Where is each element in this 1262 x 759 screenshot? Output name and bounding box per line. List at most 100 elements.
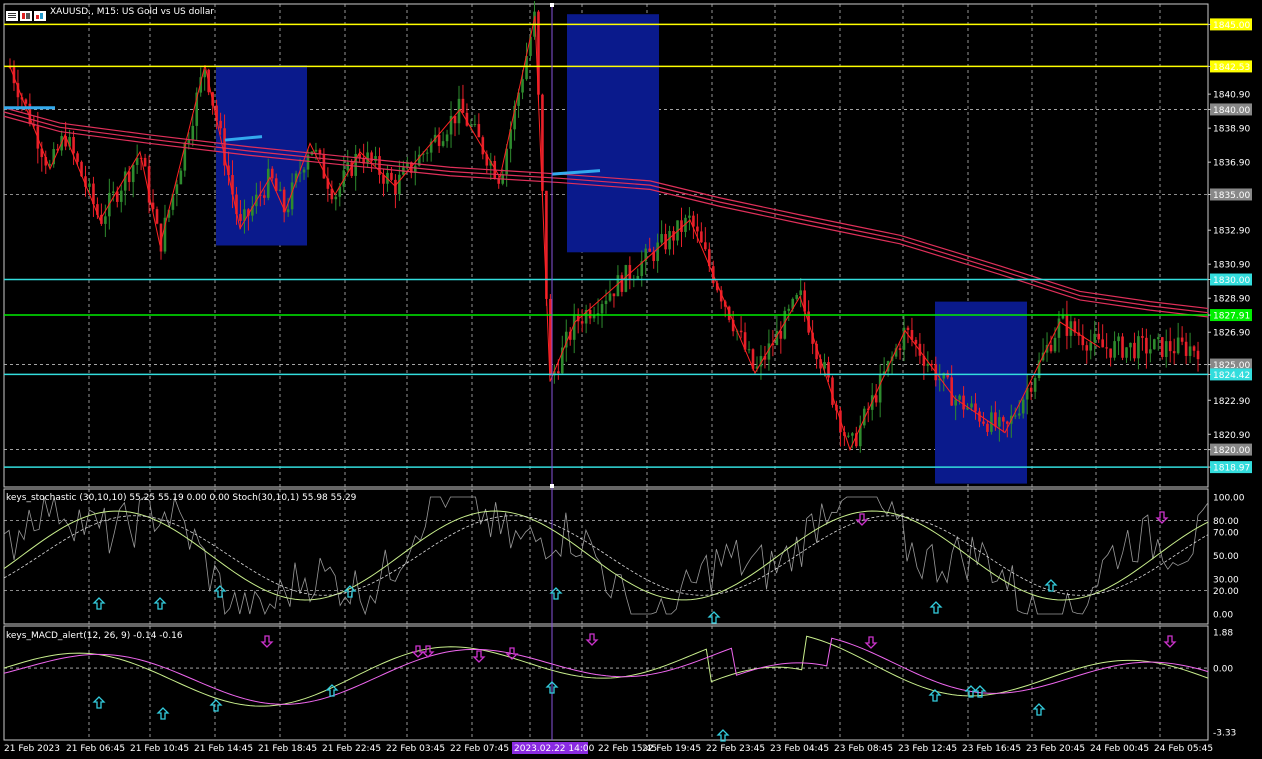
price-axis-label: 1830.90 (1213, 261, 1250, 271)
candle-body (656, 242, 659, 262)
candle-body (648, 248, 652, 252)
macd-axis-label: 1.88 (1213, 629, 1233, 639)
candle-body (1002, 417, 1005, 422)
candle-body (787, 308, 791, 311)
zone-box (567, 14, 659, 253)
stochastic-axis-label: 70.00 (1213, 529, 1239, 539)
price-axis-label: 1838.90 (1213, 125, 1250, 135)
candle-body (1141, 336, 1144, 338)
candle-body (1145, 337, 1148, 354)
candle-body (1129, 342, 1132, 348)
candle-body (314, 149, 318, 152)
candle-body (425, 152, 429, 154)
candle-body (437, 134, 441, 146)
candle-body (986, 423, 989, 432)
candle-body (962, 395, 965, 410)
candle-body (1049, 345, 1053, 352)
price-axis-label: 1836.90 (1213, 159, 1250, 169)
macd-panel (3, 635, 1209, 707)
price-axis-label: 1824.42 (1213, 371, 1250, 381)
stochastic-down-arrow-icon (855, 513, 869, 526)
candle-body (827, 362, 830, 378)
candle-body (739, 330, 743, 333)
macd-axis-label: -3.33 (1213, 729, 1236, 739)
stochastic-axis-label: 0.00 (1213, 611, 1233, 621)
candle-body (266, 168, 270, 198)
candle-body (1196, 350, 1200, 360)
candle-body (1006, 421, 1009, 424)
candle-body (1149, 349, 1152, 354)
candle-body (1053, 337, 1057, 352)
time-axis-label: 21 Feb 14:45 (194, 744, 253, 754)
price-axis-label: 1820.00 (1213, 446, 1250, 456)
candle-body (1184, 341, 1188, 356)
candle-body (847, 435, 850, 437)
chart-toolbar-icons[interactable] (6, 7, 50, 21)
trading-chart[interactable]: 1845.00 1842.53 1840.90 1840.00 1838.90 1836.… (0, 0, 1262, 759)
candle-body (239, 214, 242, 221)
macd-down-arrow-icon (585, 633, 599, 646)
candle-body (278, 189, 282, 191)
candle-body (795, 294, 799, 299)
candle-body (1160, 337, 1164, 357)
time-axis-label: 22 Feb 23:45 (706, 744, 765, 754)
candle-body (557, 371, 560, 374)
candle-body (143, 157, 147, 167)
candle-body (982, 421, 985, 424)
time-axis-label: 23 Feb 04:45 (770, 744, 829, 754)
candle-body (1168, 341, 1172, 352)
candle-body (127, 171, 131, 183)
candle-body (1192, 346, 1196, 351)
time-axis-label: 22 Feb 07:45 (450, 744, 509, 754)
candle-body (445, 134, 449, 142)
candle-body (620, 275, 624, 292)
stochastic-up-arrow-icon (213, 585, 227, 598)
candle-body (747, 349, 751, 351)
macd-up-arrow-icon (1032, 703, 1046, 716)
candle-body (1097, 333, 1100, 340)
candle-body (302, 169, 306, 173)
time-axis-label: 21 Feb 10:45 (130, 744, 189, 754)
stochastic-frame (3, 488, 1209, 625)
candle-body (874, 395, 878, 403)
candle-body (1101, 339, 1104, 348)
candle-body (270, 168, 274, 179)
stochastic-up-arrow-icon (707, 611, 721, 624)
candle-body (1013, 415, 1017, 417)
candle-body (346, 162, 350, 171)
price-axis-label: 1842.53 (1213, 63, 1250, 73)
candle-body (219, 120, 222, 129)
candle-body (970, 403, 973, 408)
time-axis-label: 23 Feb 20:45 (1026, 744, 1085, 754)
candle-body (914, 339, 918, 344)
candle-body (477, 124, 481, 138)
stochastic-axis-label: 80.00 (1213, 517, 1239, 527)
candle-body (179, 170, 183, 185)
macd-down-arrow-icon (864, 636, 878, 649)
macd-axis-label: 0.00 (1213, 665, 1233, 675)
macd-up-arrow-icon (209, 699, 223, 712)
candle-body (374, 156, 377, 162)
candle-body (1109, 348, 1112, 358)
candle-body (1089, 342, 1093, 351)
candle-body (700, 231, 703, 243)
candle-body (1137, 336, 1140, 359)
price-axis-label: 1840.00 (1213, 106, 1250, 116)
candle-body (1113, 341, 1116, 358)
symbol-description: US Gold vs US dollar (121, 7, 215, 17)
candle-body (1176, 337, 1180, 354)
symbol-name: XAUUSD., M15: (50, 7, 119, 17)
candle-body (604, 300, 608, 305)
candle-body (1156, 337, 1160, 340)
candle-body (1121, 336, 1124, 358)
candle-body (608, 293, 612, 301)
macd-up-arrow-icon (156, 707, 170, 720)
candle-body (1033, 377, 1037, 392)
candle-body (668, 231, 671, 250)
candle-body (155, 209, 159, 224)
crosshair-handle (550, 484, 554, 488)
candle-body (636, 276, 640, 279)
candle-body (1021, 399, 1025, 414)
time-axis-label: 22 Feb 03:45 (386, 744, 445, 754)
candle-body (1153, 339, 1156, 350)
